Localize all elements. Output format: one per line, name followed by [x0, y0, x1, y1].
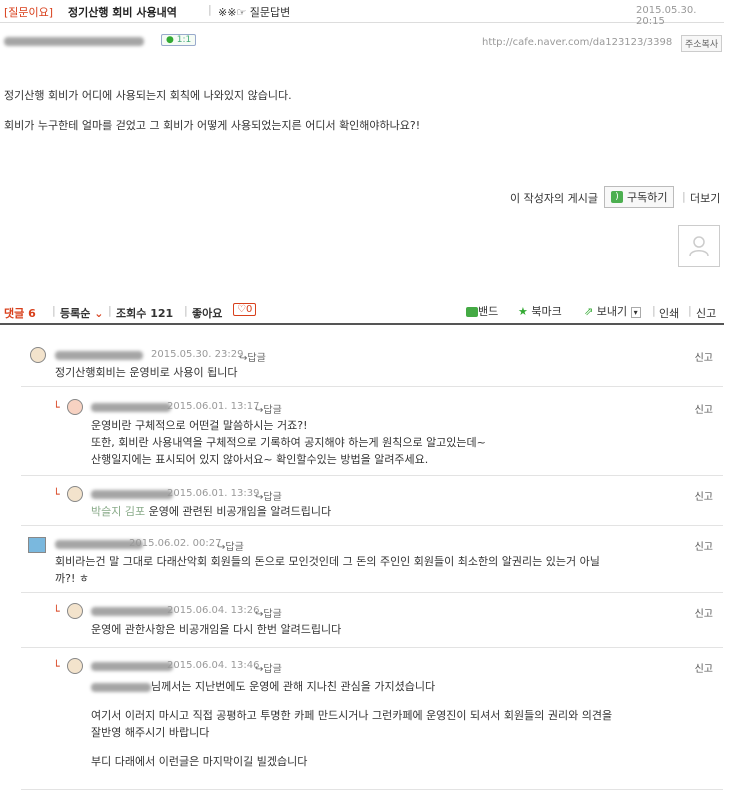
divider: | [52, 304, 56, 317]
commenter-name-blurred[interactable] [91, 403, 171, 412]
mention-blurred [91, 682, 151, 692]
commenter-name-blurred[interactable] [91, 607, 173, 616]
copy-url-button[interactable]: 주소복사 [681, 35, 723, 52]
post-body-line: 회비가 누구한테 얼마를 걷었고 그 회비가 어떻게 사용되었는지른 어디서 확… [4, 119, 421, 132]
sort-dropdown[interactable]: 등록순 ⌄ [60, 305, 103, 321]
post-date: 2015.05.30. 20:15 [636, 5, 697, 27]
subscribe-label: 구독하기 [627, 191, 668, 204]
chevron-down-icon: ⌄ [90, 307, 104, 320]
report-button[interactable]: 신고 [695, 660, 713, 675]
reply-arrow-icon: └ [53, 660, 60, 673]
comment-date: 2015.06.04. 13:46 [167, 660, 260, 671]
view-count: 조회수 121 [116, 307, 174, 320]
reply-arrow-icon: └ [53, 605, 60, 618]
print-button[interactable]: 인쇄 [659, 305, 679, 321]
default-user-icon [689, 236, 709, 257]
reply-arrow-icon: └ [53, 488, 60, 501]
reply-arrow-icon: └ [53, 401, 60, 414]
send-button[interactable]: ⇗ 보내기 ▾ [584, 303, 641, 319]
post-header: [질문이요] 정기산행 회비 사용내역 | ※※☞ 질문답변 2015.05.3… [0, 0, 724, 27]
like-label: 좋아요 [192, 307, 223, 320]
comment-label[interactable]: 댓글 6 [4, 305, 36, 321]
post-body-line: 정기산행 회비가 어디에 사용되는지 회칙에 나와있지 않습니다. [4, 89, 292, 102]
reply-item: └ 2015.06.01. 13:39 ↪답글 신고 박슬지 김포 운영에 관련… [21, 476, 723, 526]
avatar[interactable] [28, 537, 46, 553]
comment-date: 2015.06.01. 13:39 [167, 488, 260, 499]
avatar[interactable] [67, 399, 83, 415]
comment-date: 2015.05.30. 23:29 [151, 349, 244, 360]
divider: | [208, 3, 212, 16]
comment-text: 운영에 관한사항은 비공개임을 다시 한번 알려드립니다 [91, 623, 342, 636]
star-icon: ★ [518, 305, 528, 318]
chat-count: 1:1 [176, 35, 192, 45]
comment-text: 님께서는 지난번에도 운영에 관해 지나친 관심을 가지셨습니다 여기서 이러지… [91, 680, 613, 768]
bookmark-button[interactable]: ★ 북마크 [518, 303, 562, 319]
reply-item: └ 2015.06.04. 13:46 ↪답글 신고 님께서는 지난번에도 운영… [21, 648, 723, 790]
reply-item: └ 2015.06.04. 13:26 ↪답글 신고 운영에 관한사항은 비공개… [21, 593, 723, 648]
author-posts-link[interactable]: 이 작성자의 게시글 [510, 190, 598, 206]
divider: | [652, 304, 656, 317]
commenter-name-blurred[interactable] [55, 351, 143, 360]
divider: | [108, 304, 112, 317]
rss-icon: ) [611, 191, 623, 203]
avatar[interactable] [67, 603, 83, 619]
reply-button[interactable]: ↪답글 [217, 538, 244, 553]
comment-date: 2015.06.01. 13:17 [167, 401, 260, 412]
reply-button[interactable]: ↪답글 [255, 488, 282, 503]
band-icon [466, 307, 478, 317]
avatar[interactable] [67, 658, 83, 674]
commenter-name-blurred[interactable] [91, 662, 173, 671]
report-button[interactable]: 신고 [695, 605, 713, 620]
reply-button[interactable]: ↪답글 [255, 401, 282, 416]
report-button[interactable]: 신고 [695, 538, 713, 553]
chat-button[interactable]: ● 1:1 [161, 34, 197, 46]
comment-text: 회비라는건 말 그대로 다래산악회 회원들의 돈으로 모인것인데 그 돈의 주인… [55, 555, 600, 585]
more-link[interactable]: 더보기 [690, 190, 720, 206]
post-category[interactable]: [질문이요] [4, 4, 53, 20]
board-name[interactable]: ※※☞ 질문답변 [218, 4, 290, 20]
report-button[interactable]: 신고 [695, 401, 713, 416]
reply-item: └ 2015.06.01. 13:17 ↪답글 신고 운영비란 구체적으로 어떤… [21, 387, 723, 476]
comment-text: 운영비란 구체적으로 어떤걸 말씀하시는 거죠?! 또한, 회비란 사용내역을 … [91, 419, 486, 466]
report-post-button[interactable]: 신고 [696, 305, 716, 321]
comment-date: 2015.06.02. 00:27 [129, 538, 222, 549]
report-button[interactable]: 신고 [695, 349, 713, 364]
comment-toolbar: 댓글 6 | 등록순 ⌄ | 조회수 121 | 좋아요 ♡0 밴드 ★ 북마크… [0, 301, 724, 325]
mention-tag[interactable]: 박슬지 김포 [91, 505, 145, 518]
comment-list: 2015.05.30. 23:29 ↪답글 신고 정기산행회비는 운영비로 사용… [21, 337, 723, 790]
post-url: http://cafe.naver.com/da123123/3398 [482, 37, 673, 48]
author-avatar[interactable] [678, 225, 720, 267]
divider: | [682, 190, 686, 203]
author-name-blurred[interactable] [4, 37, 144, 46]
chevron-down-icon: ▾ [630, 307, 641, 318]
send-icon: ⇗ [584, 305, 594, 318]
reply-button[interactable]: ↪답글 [239, 349, 266, 364]
chat-icon: ● [166, 35, 174, 45]
comment-text: 정기산행회비는 운영비로 사용이 됩니다 [55, 366, 238, 379]
reply-button[interactable]: ↪답글 [255, 660, 282, 675]
comment-item: 2015.06.02. 00:27 ↪답글 신고 회비라는건 말 그대로 다래산… [21, 526, 723, 593]
subscribe-button[interactable]: ) 구독하기 [604, 186, 675, 208]
band-share-button[interactable]: 밴드 [466, 303, 498, 319]
post-title: 정기산행 회비 사용내역 [68, 6, 177, 19]
avatar[interactable] [67, 486, 83, 502]
comment-text: 박슬지 김포 운영에 관련된 비공개임을 알려드립니다 [91, 505, 332, 518]
comment-date: 2015.06.04. 13:26 [167, 605, 260, 616]
commenter-name-blurred[interactable] [91, 490, 173, 499]
report-button[interactable]: 신고 [695, 488, 713, 503]
divider: | [184, 304, 188, 317]
divider: | [688, 304, 692, 317]
like-button[interactable]: ♡0 [233, 303, 257, 316]
reply-button[interactable]: ↪답글 [255, 605, 282, 620]
comment-item: 2015.05.30. 23:29 ↪답글 신고 정기산행회비는 운영비로 사용… [21, 337, 723, 387]
avatar[interactable] [30, 347, 46, 363]
